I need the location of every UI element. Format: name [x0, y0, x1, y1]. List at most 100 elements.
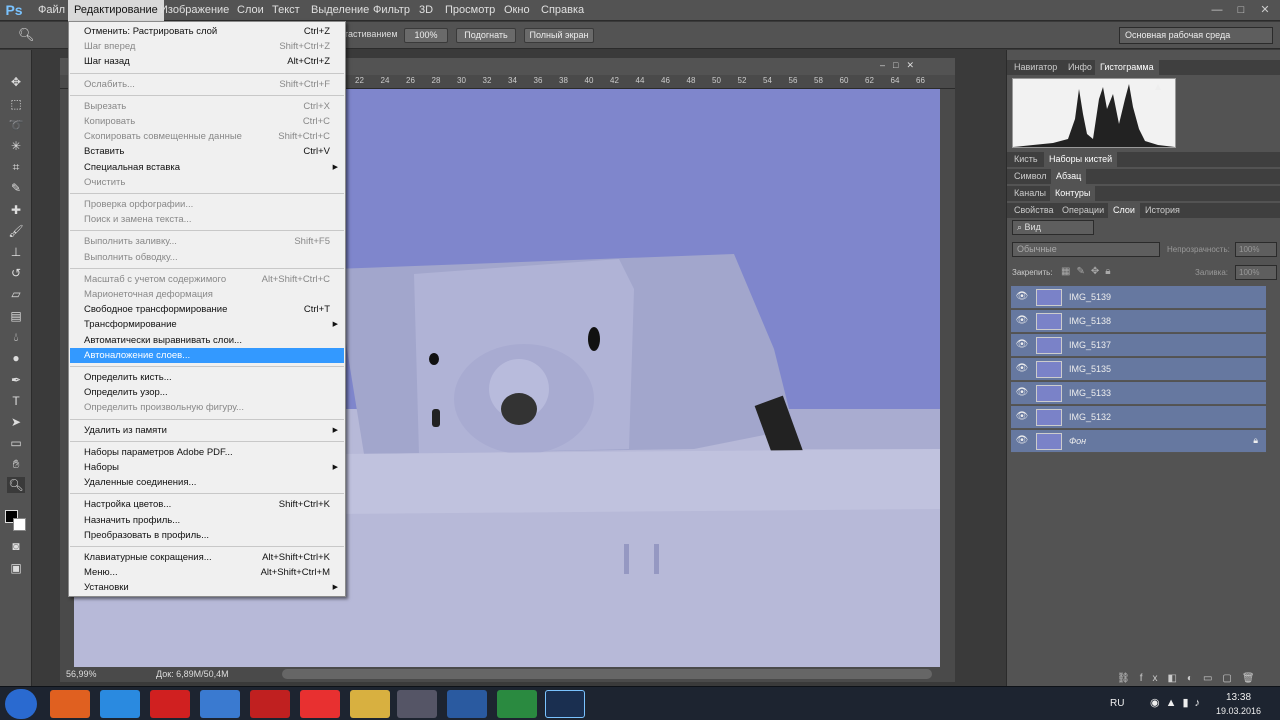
- maximize-icon[interactable]: □: [1230, 2, 1252, 18]
- tab-paths[interactable]: Контуры: [1050, 186, 1096, 201]
- edit-menu-item[interactable]: Преобразовать в профиль...: [70, 528, 344, 543]
- tab-history[interactable]: История: [1140, 203, 1185, 218]
- layer-row[interactable]: 👁︎ IMG_5137: [1011, 334, 1266, 357]
- clock-time[interactable]: 13:38: [1226, 692, 1251, 703]
- crop-tool-icon[interactable]: ⌗: [7, 159, 25, 175]
- yandex-icon[interactable]: [150, 690, 190, 718]
- edit-menu-item[interactable]: Свободное трансформирование Ctrl+T: [70, 302, 344, 317]
- eye-icon[interactable]: 👁︎: [1015, 410, 1029, 424]
- edit-menu-item[interactable]: Проверка орфографии...: [70, 197, 344, 212]
- desktop-app-icon[interactable]: [397, 690, 437, 718]
- edit-menu-item[interactable]: Наборы ▶: [70, 460, 344, 475]
- edit-menu-item[interactable]: Определить произвольную фигуру...: [70, 400, 344, 415]
- menu-help[interactable]: Справка: [535, 0, 590, 21]
- edit-menu-item[interactable]: Определить узор...: [70, 385, 344, 400]
- start-button-icon[interactable]: [5, 689, 37, 719]
- eye-icon[interactable]: 👁︎: [1015, 314, 1029, 328]
- marquee-tool-icon[interactable]: ⬚: [7, 96, 25, 112]
- edit-menu-item[interactable]: Марионеточная деформация: [70, 287, 344, 302]
- menu-select[interactable]: Выделение: [305, 0, 375, 21]
- excel-icon[interactable]: [497, 690, 537, 718]
- horizontal-scrollbar[interactable]: [282, 669, 932, 679]
- pen-tool-icon[interactable]: ✒: [7, 372, 25, 388]
- tab-layers[interactable]: Слои: [1108, 203, 1140, 218]
- eraser-tool-icon[interactable]: ▱: [7, 286, 25, 302]
- edit-menu-item[interactable]: Поиск и замена текста...: [70, 212, 344, 227]
- history-brush-tool-icon[interactable]: ↺: [7, 265, 25, 281]
- edit-menu-item[interactable]: Клавиатурные сокращения... Alt+Shift+Ctrl…: [70, 550, 344, 565]
- layer-row[interactable]: 👁︎ IMG_5138: [1011, 310, 1266, 333]
- opacity-input[interactable]: 100%: [1235, 242, 1277, 257]
- edit-menu-item[interactable]: Установки ▶: [70, 580, 344, 595]
- edit-menu-item[interactable]: Шаг назад Alt+Ctrl+Z: [70, 54, 344, 69]
- blur-tool-icon[interactable]: 💧︎: [7, 329, 25, 345]
- tab-histogram[interactable]: Гистограмма: [1095, 60, 1159, 75]
- edit-menu-item[interactable]: Вырезать Ctrl+X: [70, 99, 344, 114]
- eye-icon[interactable]: 👁︎: [1015, 386, 1029, 400]
- edit-menu-item[interactable]: Вставить Ctrl+V: [70, 144, 344, 159]
- warning-icon[interactable]: ▲: [1153, 82, 1163, 93]
- zoom-level[interactable]: 56,99%: [66, 669, 97, 679]
- move-tool-icon[interactable]: ✥: [7, 74, 25, 90]
- doc-window-controls[interactable]: –□✕: [880, 60, 950, 73]
- tab-paragraph[interactable]: Абзац: [1051, 169, 1087, 184]
- menu-filter[interactable]: Фильтр: [367, 0, 416, 21]
- file-explorer-icon[interactable]: [350, 690, 390, 718]
- tab-info[interactable]: Инфо: [1063, 60, 1097, 75]
- menu-3d[interactable]: 3D: [413, 0, 439, 21]
- edit-menu-item[interactable]: Выполнить обводку...: [70, 250, 344, 265]
- magic-wand-tool-icon[interactable]: ✳: [7, 138, 25, 154]
- eye-icon[interactable]: 👁︎: [1015, 362, 1029, 376]
- audio-app-icon[interactable]: [200, 690, 240, 718]
- menu-image[interactable]: Изображение: [154, 0, 235, 21]
- healing-brush-tool-icon[interactable]: ✚: [7, 202, 25, 218]
- edit-menu-item[interactable]: Специальная вставка ▶: [70, 160, 344, 175]
- tab-brush[interactable]: Кисть: [1009, 152, 1043, 167]
- minimize-icon[interactable]: —: [1206, 2, 1228, 18]
- dodge-tool-icon[interactable]: ●: [7, 350, 25, 366]
- edit-menu-item[interactable]: Шаг вперед Shift+Ctrl+Z: [70, 39, 344, 54]
- menu-file[interactable]: Файл: [32, 0, 71, 21]
- tab-properties[interactable]: Свойства: [1009, 203, 1059, 218]
- eyedropper-tool-icon[interactable]: ✎: [7, 180, 25, 196]
- edit-menu-item[interactable]: Скопировать совмещенные данные Shift+Ctrl…: [70, 129, 344, 144]
- yandex-browser-icon[interactable]: [300, 690, 340, 718]
- tab-character[interactable]: Символ: [1009, 169, 1051, 184]
- full-screen-button[interactable]: Полный экран: [524, 28, 594, 43]
- tray-icons[interactable]: ◉▲▮♪: [1150, 696, 1206, 709]
- photoshop-taskbar-icon[interactable]: [545, 690, 585, 718]
- opera-icon[interactable]: [250, 690, 290, 718]
- edit-menu-item[interactable]: Удалить из памяти ▶: [70, 423, 344, 438]
- close-icon[interactable]: ✕: [1254, 2, 1276, 18]
- menu-type[interactable]: Текст: [266, 0, 306, 21]
- layer-row[interactable]: 👁︎ IMG_5133: [1011, 382, 1266, 405]
- edit-menu-item[interactable]: Меню... Alt+Shift+Ctrl+M: [70, 565, 344, 580]
- fill-input[interactable]: 100%: [1235, 265, 1277, 280]
- screen-mode-icon[interactable]: ▣: [7, 560, 25, 576]
- edit-menu-item[interactable]: Определить кисть...: [70, 370, 344, 385]
- edit-menu-item[interactable]: Выполнить заливку... Shift+F5: [70, 234, 344, 249]
- tab-brush-presets[interactable]: Наборы кистей: [1044, 152, 1118, 167]
- fit-screen-button[interactable]: Подогнать: [456, 28, 516, 43]
- eye-icon[interactable]: 👁︎: [1015, 290, 1029, 304]
- shape-tool-icon[interactable]: ▭: [7, 435, 25, 451]
- lock-icons[interactable]: ▦✎✥🔒︎: [1061, 266, 1117, 277]
- zoom-tool-icon[interactable]: 🔍︎: [7, 477, 25, 493]
- type-tool-icon[interactable]: T: [7, 393, 25, 409]
- brush-tool-icon[interactable]: 🖌︎: [7, 223, 25, 239]
- path-select-tool-icon[interactable]: ➤: [7, 414, 25, 430]
- edit-menu-item[interactable]: Автоматически выравнивать слои...: [70, 333, 344, 348]
- layer-row[interactable]: 👁︎ IMG_5132: [1011, 406, 1266, 429]
- edit-menu-item[interactable]: Масштаб с учетом содержимого Alt+Shift+Ct…: [70, 272, 344, 287]
- word-icon[interactable]: [447, 690, 487, 718]
- menu-edit[interactable]: Редактирование: [68, 0, 164, 21]
- edit-menu-item[interactable]: Удаленные соединения...: [70, 475, 344, 490]
- menu-layers[interactable]: Слои: [231, 0, 270, 21]
- clock-date[interactable]: 19.03.2016: [1216, 706, 1261, 716]
- eye-icon[interactable]: 👁︎: [1015, 434, 1029, 448]
- blend-mode-select[interactable]: Обычные: [1012, 242, 1160, 257]
- language-indicator[interactable]: RU: [1110, 698, 1124, 709]
- tab-actions[interactable]: Операции: [1057, 203, 1109, 218]
- zoom-tool-icon[interactable]: 🔍︎: [18, 27, 35, 43]
- background-color-swatch[interactable]: [13, 518, 26, 531]
